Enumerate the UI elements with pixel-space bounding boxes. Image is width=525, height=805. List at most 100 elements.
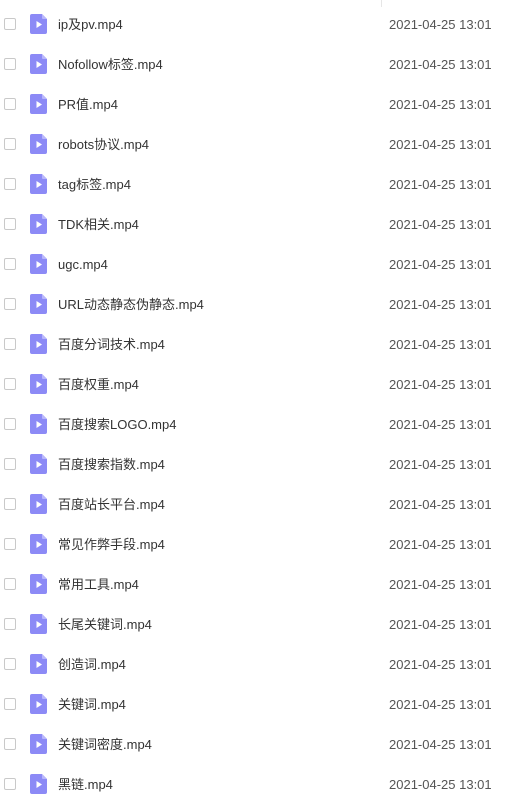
row-checkbox[interactable] (4, 58, 16, 70)
file-row[interactable]: Nofollow标签.mp4 2021-04-25 13:01 (0, 45, 525, 85)
video-file-icon (30, 534, 47, 554)
file-name[interactable]: 百度站长平台.mp4 (58, 496, 165, 514)
video-file-icon (30, 174, 47, 194)
row-checkbox[interactable] (4, 338, 16, 350)
row-checkbox[interactable] (4, 778, 16, 790)
file-modified-time: 2021-04-25 13:01 (389, 457, 492, 472)
video-file-icon (30, 374, 47, 394)
file-modified-time: 2021-04-25 13:01 (389, 177, 492, 192)
file-name[interactable]: 黑链.mp4 (58, 776, 113, 794)
file-row[interactable]: 长尾关键词.mp4 2021-04-25 13:01 (0, 605, 525, 645)
row-checkbox[interactable] (4, 378, 16, 390)
file-name[interactable]: ip及pv.mp4 (58, 16, 123, 34)
file-row[interactable]: 黑链.mp4 2021-04-25 13:01 (0, 765, 525, 805)
file-row[interactable]: TDK相关.mp4 2021-04-25 13:01 (0, 205, 525, 245)
file-modified-time: 2021-04-25 13:01 (389, 417, 492, 432)
video-file-icon (30, 94, 47, 114)
row-checkbox[interactable] (4, 698, 16, 710)
video-file-icon (30, 654, 47, 674)
file-modified-time: 2021-04-25 13:01 (389, 257, 492, 272)
file-modified-time: 2021-04-25 13:01 (389, 737, 492, 752)
file-modified-time: 2021-04-25 13:01 (389, 617, 492, 632)
file-list: ip及pv.mp4 2021-04-25 13:01 Nofollow标签.mp4 2… (0, 5, 525, 805)
file-name[interactable]: 常用工具.mp4 (58, 576, 139, 594)
file-name[interactable]: PR值.mp4 (58, 96, 118, 114)
file-name[interactable]: robots协议.mp4 (58, 136, 149, 154)
file-modified-time: 2021-04-25 13:01 (389, 777, 492, 792)
file-modified-time: 2021-04-25 13:01 (389, 97, 492, 112)
video-file-icon (30, 214, 47, 234)
video-file-icon (30, 414, 47, 434)
video-file-icon (30, 454, 47, 474)
row-checkbox[interactable] (4, 18, 16, 30)
video-file-icon (30, 574, 47, 594)
file-row[interactable]: 百度权重.mp4 2021-04-25 13:01 (0, 365, 525, 405)
file-row[interactable]: 百度搜索LOGO.mp4 2021-04-25 13:01 (0, 405, 525, 445)
file-row[interactable]: tag标签.mp4 2021-04-25 13:01 (0, 165, 525, 205)
file-row[interactable]: 常用工具.mp4 2021-04-25 13:01 (0, 565, 525, 605)
file-row[interactable]: 创造词.mp4 2021-04-25 13:01 (0, 645, 525, 685)
video-file-icon (30, 614, 47, 634)
file-name[interactable]: Nofollow标签.mp4 (58, 56, 163, 74)
file-row[interactable]: 百度站长平台.mp4 2021-04-25 13:01 (0, 485, 525, 525)
file-name[interactable]: 百度搜索LOGO.mp4 (58, 416, 176, 434)
file-row[interactable]: 关键词密度.mp4 2021-04-25 13:01 (0, 725, 525, 765)
file-modified-time: 2021-04-25 13:01 (389, 537, 492, 552)
file-name[interactable]: 长尾关键词.mp4 (58, 616, 152, 634)
file-modified-time: 2021-04-25 13:01 (389, 577, 492, 592)
row-checkbox[interactable] (4, 578, 16, 590)
file-name[interactable]: 关键词密度.mp4 (58, 736, 152, 754)
row-checkbox[interactable] (4, 538, 16, 550)
file-row[interactable]: ugc.mp4 2021-04-25 13:01 (0, 245, 525, 285)
file-row[interactable]: 常见作弊手段.mp4 2021-04-25 13:01 (0, 525, 525, 565)
row-checkbox[interactable] (4, 458, 16, 470)
file-modified-time: 2021-04-25 13:01 (389, 497, 492, 512)
file-modified-time: 2021-04-25 13:01 (389, 337, 492, 352)
file-name[interactable]: 关键词.mp4 (58, 696, 126, 714)
row-checkbox[interactable] (4, 138, 16, 150)
file-name[interactable]: ugc.mp4 (58, 256, 108, 274)
file-name[interactable]: tag标签.mp4 (58, 176, 131, 194)
file-name[interactable]: URL动态静态伪静态.mp4 (58, 296, 204, 314)
row-checkbox[interactable] (4, 218, 16, 230)
video-file-icon (30, 494, 47, 514)
row-checkbox[interactable] (4, 498, 16, 510)
video-file-icon (30, 774, 47, 794)
file-name[interactable]: 常见作弊手段.mp4 (58, 536, 165, 554)
video-file-icon (30, 294, 47, 314)
file-modified-time: 2021-04-25 13:01 (389, 697, 492, 712)
row-checkbox[interactable] (4, 738, 16, 750)
file-modified-time: 2021-04-25 13:01 (389, 217, 492, 232)
row-checkbox[interactable] (4, 418, 16, 430)
video-file-icon (30, 134, 47, 154)
file-name[interactable]: 百度搜索指数.mp4 (58, 456, 165, 474)
file-row[interactable]: ip及pv.mp4 2021-04-25 13:01 (0, 5, 525, 45)
file-name[interactable]: 创造词.mp4 (58, 656, 126, 674)
file-modified-time: 2021-04-25 13:01 (389, 57, 492, 72)
file-modified-time: 2021-04-25 13:01 (389, 297, 492, 312)
video-file-icon (30, 734, 47, 754)
video-file-icon (30, 694, 47, 714)
file-row[interactable]: PR值.mp4 2021-04-25 13:01 (0, 85, 525, 125)
file-row[interactable]: 关键词.mp4 2021-04-25 13:01 (0, 685, 525, 725)
file-row[interactable]: 百度分词技术.mp4 2021-04-25 13:01 (0, 325, 525, 365)
file-name[interactable]: 百度分词技术.mp4 (58, 336, 165, 354)
file-row[interactable]: URL动态静态伪静态.mp4 2021-04-25 13:01 (0, 285, 525, 325)
file-row[interactable]: robots协议.mp4 2021-04-25 13:01 (0, 125, 525, 165)
file-name[interactable]: TDK相关.mp4 (58, 216, 139, 234)
file-modified-time: 2021-04-25 13:01 (389, 17, 492, 32)
row-checkbox[interactable] (4, 178, 16, 190)
video-file-icon (30, 54, 47, 74)
row-checkbox[interactable] (4, 98, 16, 110)
file-row[interactable]: 百度搜索指数.mp4 2021-04-25 13:01 (0, 445, 525, 485)
file-modified-time: 2021-04-25 13:01 (389, 657, 492, 672)
row-checkbox[interactable] (4, 258, 16, 270)
file-modified-time: 2021-04-25 13:01 (389, 377, 492, 392)
file-name[interactable]: 百度权重.mp4 (58, 376, 139, 394)
row-checkbox[interactable] (4, 298, 16, 310)
file-modified-time: 2021-04-25 13:01 (389, 137, 492, 152)
video-file-icon (30, 14, 47, 34)
video-file-icon (30, 334, 47, 354)
row-checkbox[interactable] (4, 658, 16, 670)
row-checkbox[interactable] (4, 618, 16, 630)
